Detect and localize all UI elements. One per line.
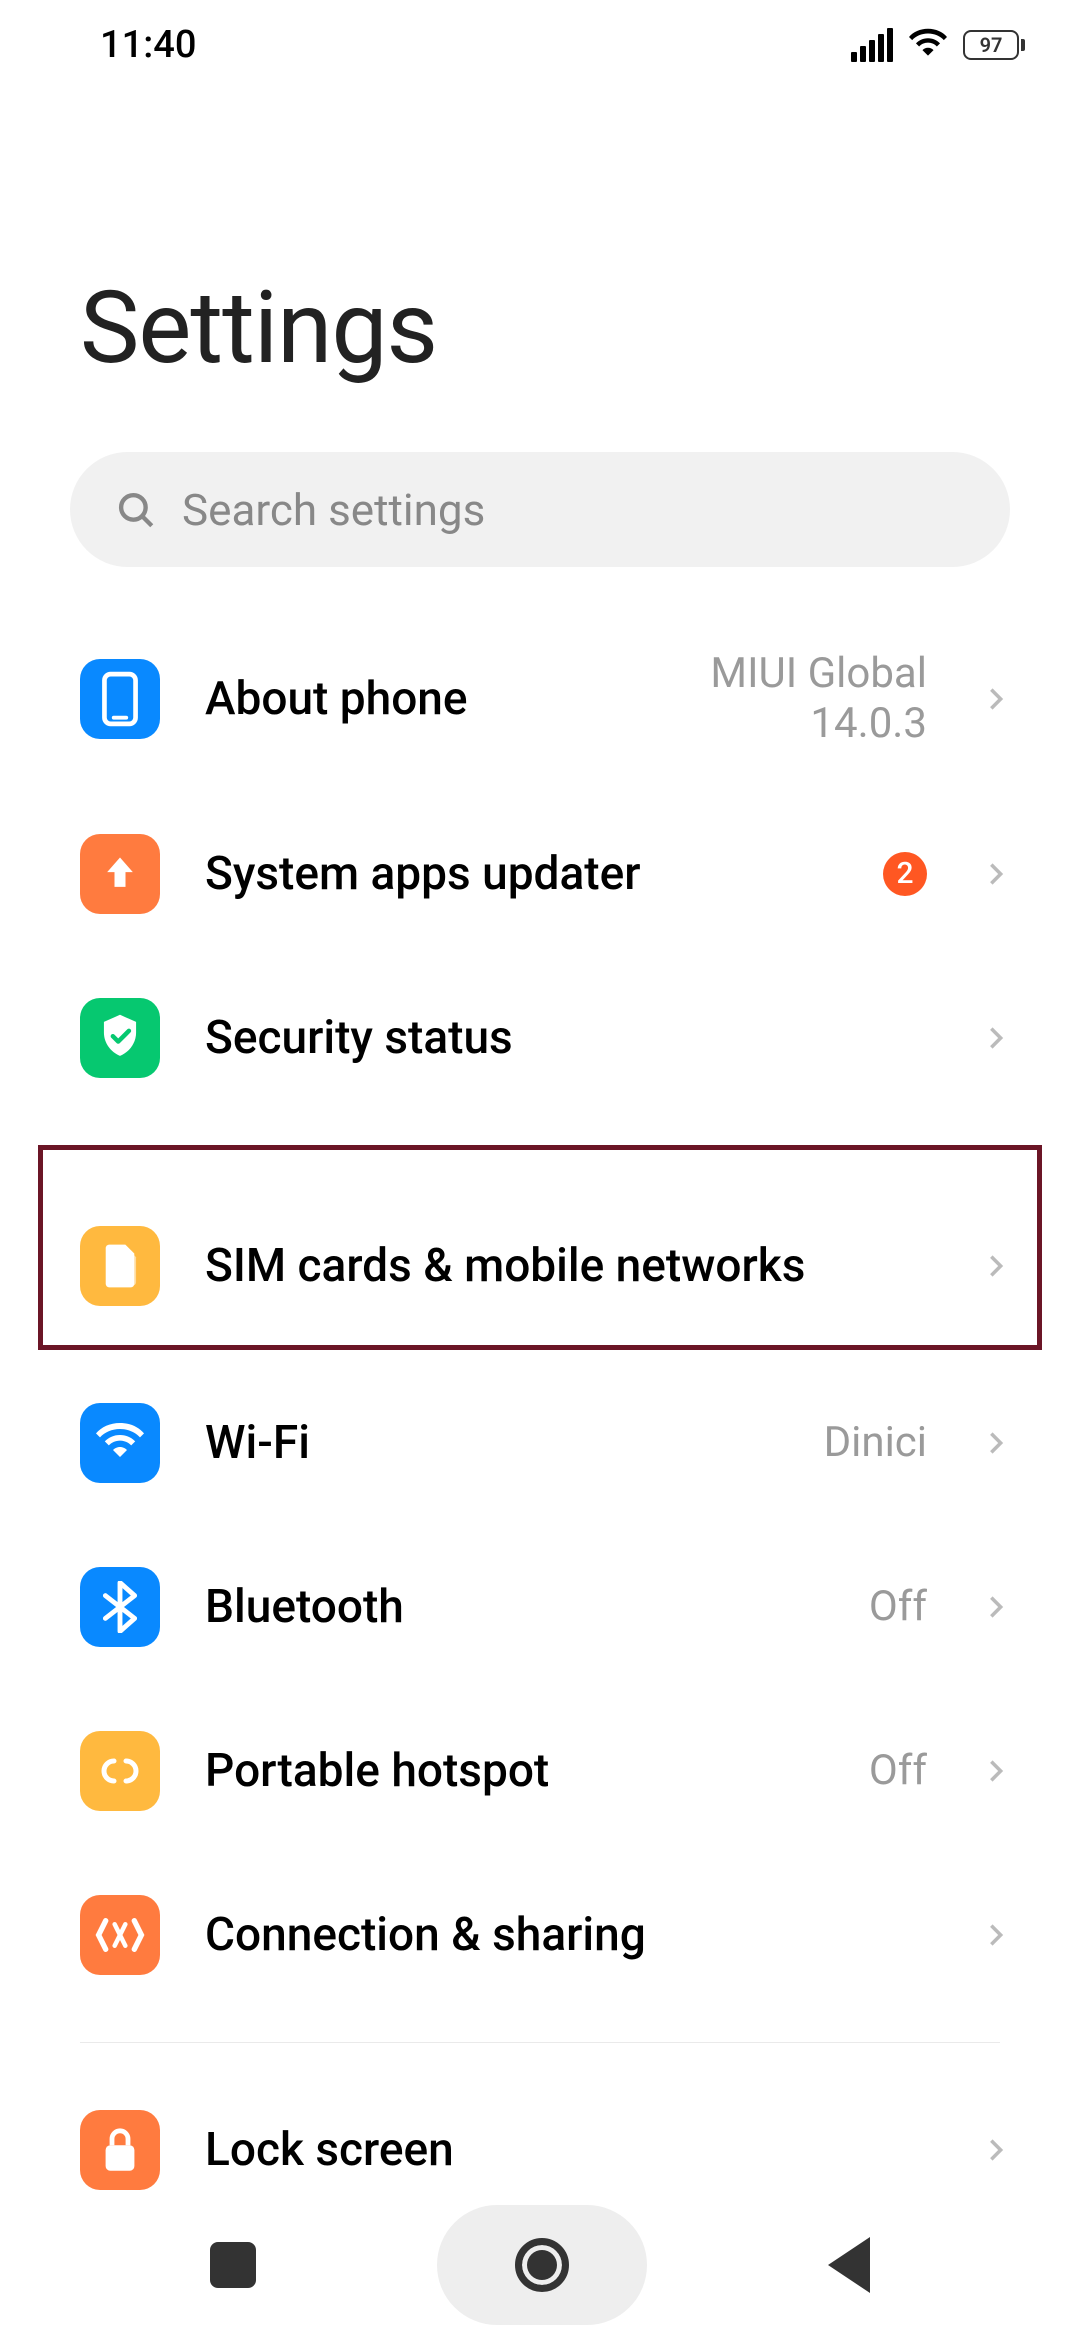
item-label: Wi-Fi (205, 1416, 779, 1470)
status-time: 11:40 (100, 23, 196, 67)
item-system-apps-updater[interactable]: System apps updater 2 (0, 792, 1080, 956)
item-value: Dinici (824, 1418, 927, 1467)
status-bar: 11:40 97 (0, 0, 1080, 90)
update-icon (80, 834, 160, 914)
item-sim-cards[interactable]: SIM cards & mobile networks (0, 1171, 1080, 1361)
item-value: Off (869, 1746, 927, 1795)
chevron-right-icon (982, 685, 1010, 713)
chevron-right-icon (982, 860, 1010, 888)
navigation-bar (0, 2190, 1080, 2340)
nav-home-button[interactable] (437, 2205, 647, 2325)
item-value: MIUI Global 14.0.3 (710, 649, 927, 750)
wifi-settings-icon (80, 1403, 160, 1483)
page-title: Settings (80, 270, 1000, 387)
item-label: Portable hotspot (205, 1744, 824, 1798)
chevron-right-icon (982, 2136, 1010, 2164)
item-value: Off (869, 1582, 927, 1631)
divider (80, 1145, 1000, 1146)
wifi-icon (909, 24, 947, 66)
item-label: SIM cards & mobile networks (205, 1239, 937, 1293)
chevron-right-icon (982, 1024, 1010, 1052)
item-label: Connection & sharing (205, 1908, 937, 1962)
item-label: Lock screen (205, 2123, 937, 2177)
shield-icon (80, 998, 160, 1078)
cellular-signal-icon (851, 28, 893, 62)
item-portable-hotspot[interactable]: Portable hotspot Off (0, 1689, 1080, 1853)
item-label: About phone (205, 672, 665, 726)
header: Settings (0, 90, 1080, 417)
connection-icon (80, 1895, 160, 1975)
search-input[interactable]: Search settings (70, 452, 1010, 567)
bluetooth-icon (80, 1567, 160, 1647)
item-bluetooth[interactable]: Bluetooth Off (0, 1525, 1080, 1689)
lock-icon (80, 2110, 160, 2190)
chevron-right-icon (982, 1252, 1010, 1280)
item-label: System apps updater (205, 847, 838, 901)
search-placeholder: Search settings (182, 484, 485, 536)
item-security-status[interactable]: Security status (0, 956, 1080, 1120)
hotspot-icon (80, 1731, 160, 1811)
nav-back-button[interactable] (828, 2237, 870, 2293)
item-connection-sharing[interactable]: Connection & sharing (0, 1853, 1080, 2017)
battery-icon: 97 (963, 30, 1025, 60)
chevron-right-icon (982, 1593, 1010, 1621)
nav-recent-button[interactable] (210, 2242, 256, 2288)
divider (80, 2042, 1000, 2043)
battery-level: 97 (963, 30, 1019, 60)
item-about-phone[interactable]: About phone MIUI Global 14.0.3 (0, 607, 1080, 792)
item-label: Security status (205, 1011, 937, 1065)
status-right: 97 (851, 24, 1025, 66)
chevron-right-icon (982, 1429, 1010, 1457)
item-label: Bluetooth (205, 1580, 824, 1634)
phone-icon (80, 659, 160, 739)
update-badge: 2 (883, 852, 927, 896)
sim-icon (80, 1226, 160, 1306)
item-wifi[interactable]: Wi-Fi Dinici (0, 1361, 1080, 1525)
search-icon (115, 489, 157, 531)
chevron-right-icon (982, 1921, 1010, 1949)
chevron-right-icon (982, 1757, 1010, 1785)
settings-list: About phone MIUI Global 14.0.3 System ap… (0, 607, 1080, 2232)
